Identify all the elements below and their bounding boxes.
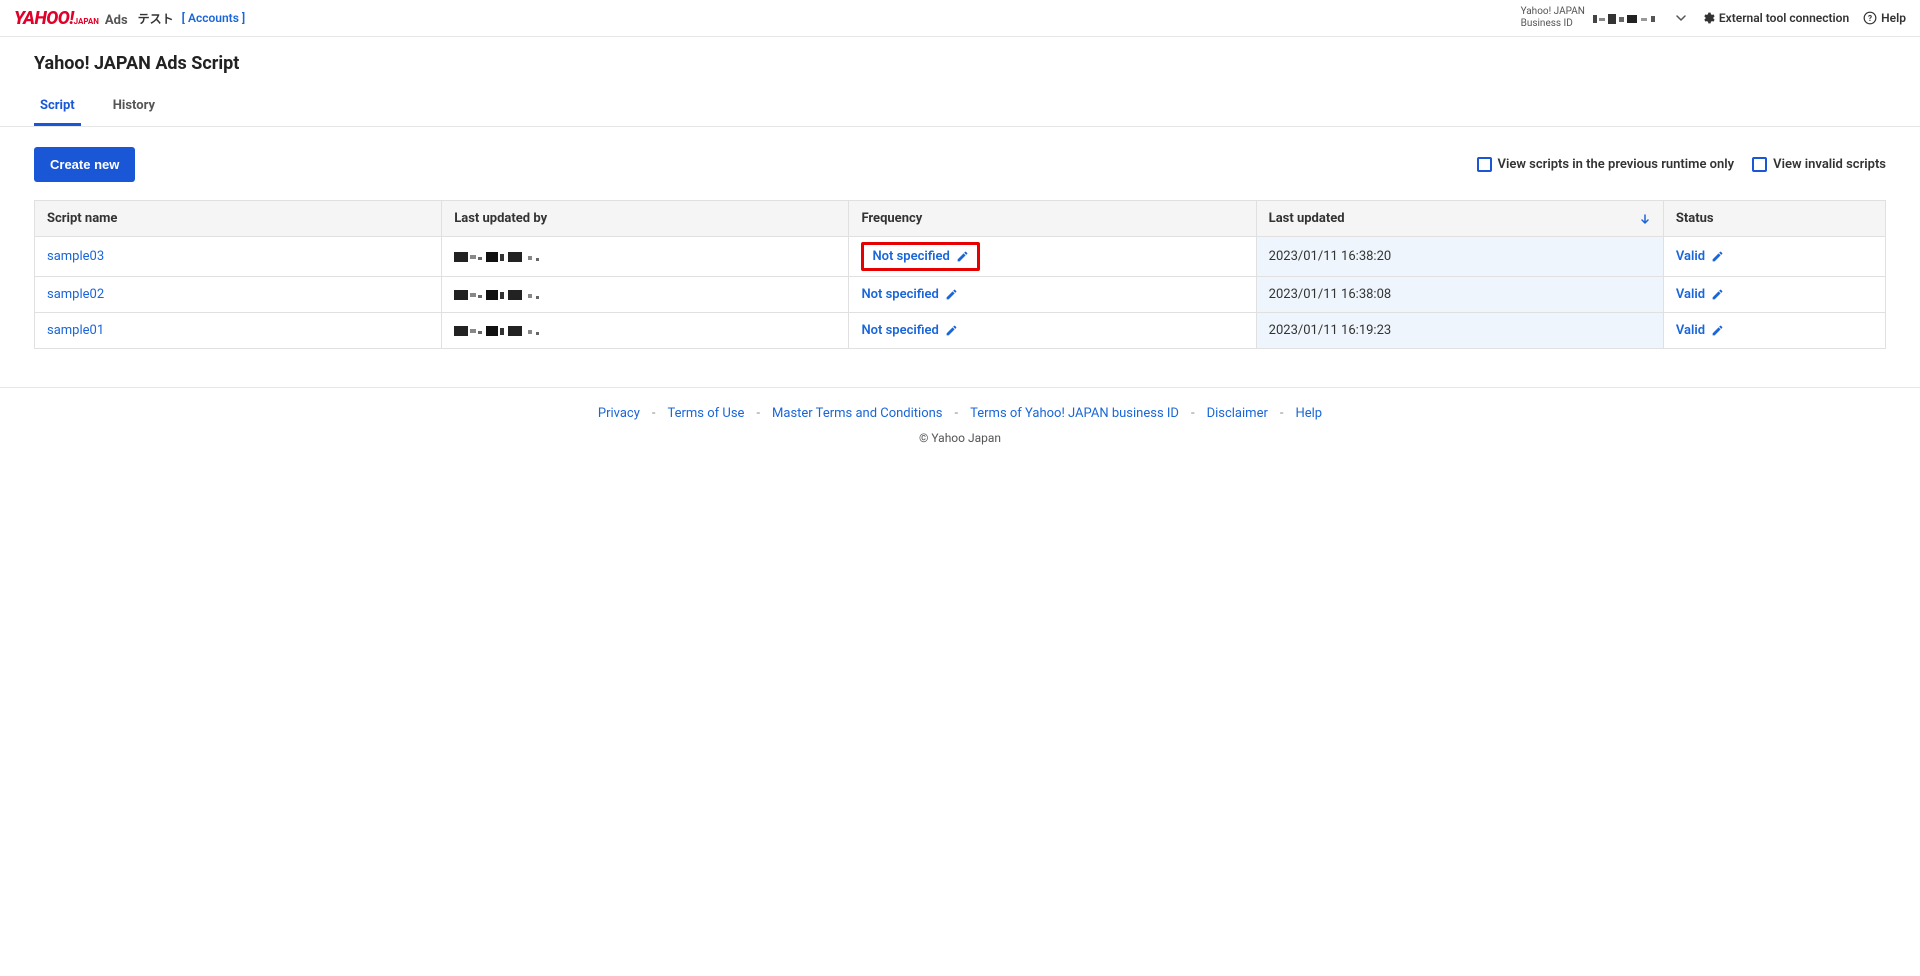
tab-script[interactable]: Script bbox=[34, 88, 81, 126]
footer-link[interactable]: Help bbox=[1295, 406, 1322, 421]
edit-icon bbox=[945, 323, 958, 338]
footer-links: Privacy-Terms of Use-Master Terms and Co… bbox=[0, 406, 1920, 421]
help-label: Help bbox=[1881, 11, 1906, 25]
edit-icon bbox=[956, 249, 969, 264]
frequency-link[interactable]: Not specified bbox=[861, 323, 957, 338]
page-title: Yahoo! JAPAN Ads Script bbox=[34, 53, 1886, 74]
script-name-link[interactable]: sample01 bbox=[47, 323, 104, 338]
content: Create new View scripts in the previous … bbox=[0, 127, 1920, 377]
business-id-value-redacted bbox=[1593, 11, 1663, 25]
redacted-value bbox=[454, 287, 544, 301]
create-new-button[interactable]: Create new bbox=[34, 147, 135, 182]
th-script-name[interactable]: Script name bbox=[35, 201, 442, 237]
external-tool-link[interactable]: External tool connection bbox=[1701, 11, 1849, 26]
business-id-selector[interactable]: Yahoo! JAPAN Business ID bbox=[1521, 6, 1687, 30]
business-id-label: Yahoo! JAPAN Business ID bbox=[1521, 6, 1585, 30]
filter-prev-runtime[interactable]: View scripts in the previous runtime onl… bbox=[1477, 157, 1735, 172]
script-name-link[interactable]: sample03 bbox=[47, 249, 104, 264]
checkbox-icon bbox=[1477, 157, 1492, 172]
edit-icon bbox=[1711, 249, 1724, 264]
th-status[interactable]: Status bbox=[1663, 201, 1885, 237]
separator: - bbox=[1276, 406, 1288, 421]
table-header-row: Script name Last updated by Frequency La… bbox=[35, 201, 1886, 237]
table-row: sample01 Not specified 2023/01/11 16:19:23… bbox=[35, 313, 1886, 349]
env-label: テスト bbox=[138, 10, 174, 27]
last-updated-cell: 2023/01/11 16:19:23 bbox=[1256, 313, 1663, 349]
th-last-updated[interactable]: Last updated bbox=[1256, 201, 1663, 237]
frequency-link[interactable]: Not specified bbox=[861, 287, 957, 302]
chevron-down-icon bbox=[1675, 11, 1687, 26]
last-updated-cell: 2023/01/11 16:38:20 bbox=[1256, 237, 1663, 277]
last-updated-by-cell bbox=[442, 277, 849, 313]
table-row: sample03 Not specified 2023/01/11 16:38:20… bbox=[35, 237, 1886, 277]
logo[interactable]: YAHOO! JAPAN Ads bbox=[14, 8, 128, 29]
frequency-link[interactable]: Not specified bbox=[861, 242, 979, 271]
tabs: Script History bbox=[34, 88, 1886, 126]
status-link[interactable]: Valid bbox=[1676, 287, 1724, 302]
topbar: YAHOO! JAPAN Ads テスト [ Accounts ] Yahoo!… bbox=[0, 0, 1920, 37]
sort-desc-icon bbox=[1639, 211, 1651, 226]
redacted-value bbox=[454, 323, 544, 337]
copyright: © Yahoo Japan bbox=[0, 431, 1920, 445]
footer-link[interactable]: Terms of Use bbox=[667, 406, 744, 421]
separator: - bbox=[1187, 406, 1199, 421]
sub-header: Yahoo! JAPAN Ads Script Script History bbox=[0, 37, 1920, 127]
separator: - bbox=[648, 406, 660, 421]
separator: - bbox=[951, 406, 963, 421]
th-frequency[interactable]: Frequency bbox=[849, 201, 1256, 237]
th-last-updated-by[interactable]: Last updated by bbox=[442, 201, 849, 237]
help-icon: ? bbox=[1863, 11, 1877, 26]
footer: Privacy-Terms of Use-Master Terms and Co… bbox=[0, 387, 1920, 469]
logo-ads: Ads bbox=[105, 13, 128, 28]
filter-prev-runtime-label: View scripts in the previous runtime onl… bbox=[1498, 157, 1735, 172]
last-updated-cell: 2023/01/11 16:38:08 bbox=[1256, 277, 1663, 313]
footer-link[interactable]: Privacy bbox=[598, 406, 640, 421]
footer-link[interactable]: Disclaimer bbox=[1207, 406, 1268, 421]
table-row: sample02 Not specified 2023/01/11 16:38:08… bbox=[35, 277, 1886, 313]
svg-text:?: ? bbox=[1868, 13, 1872, 23]
checkbox-icon bbox=[1752, 157, 1767, 172]
scripts-table: Script name Last updated by Frequency La… bbox=[34, 200, 1886, 349]
tab-history[interactable]: History bbox=[107, 88, 161, 126]
filter-invalid[interactable]: View invalid scripts bbox=[1752, 157, 1886, 172]
edit-icon bbox=[1711, 287, 1724, 302]
toolbar: Create new View scripts in the previous … bbox=[34, 147, 1886, 182]
gear-icon bbox=[1701, 11, 1715, 26]
status-link[interactable]: Valid bbox=[1676, 323, 1724, 338]
separator: - bbox=[752, 406, 764, 421]
help-link[interactable]: ? Help bbox=[1863, 11, 1906, 26]
redacted-value bbox=[454, 249, 544, 263]
accounts-link[interactable]: [ Accounts ] bbox=[182, 11, 245, 25]
logo-yahoo: YAHOO! bbox=[14, 8, 74, 29]
edit-icon bbox=[1711, 323, 1724, 338]
footer-link[interactable]: Master Terms and Conditions bbox=[772, 406, 943, 421]
logo-japan: JAPAN bbox=[74, 17, 99, 26]
filter-invalid-label: View invalid scripts bbox=[1773, 157, 1886, 172]
script-name-link[interactable]: sample02 bbox=[47, 287, 104, 302]
status-link[interactable]: Valid bbox=[1676, 249, 1724, 264]
footer-link[interactable]: Terms of Yahoo! JAPAN business ID bbox=[970, 406, 1179, 421]
last-updated-by-cell bbox=[442, 237, 849, 277]
last-updated-by-cell bbox=[442, 313, 849, 349]
external-tool-label: External tool connection bbox=[1719, 11, 1849, 25]
edit-icon bbox=[945, 287, 958, 302]
